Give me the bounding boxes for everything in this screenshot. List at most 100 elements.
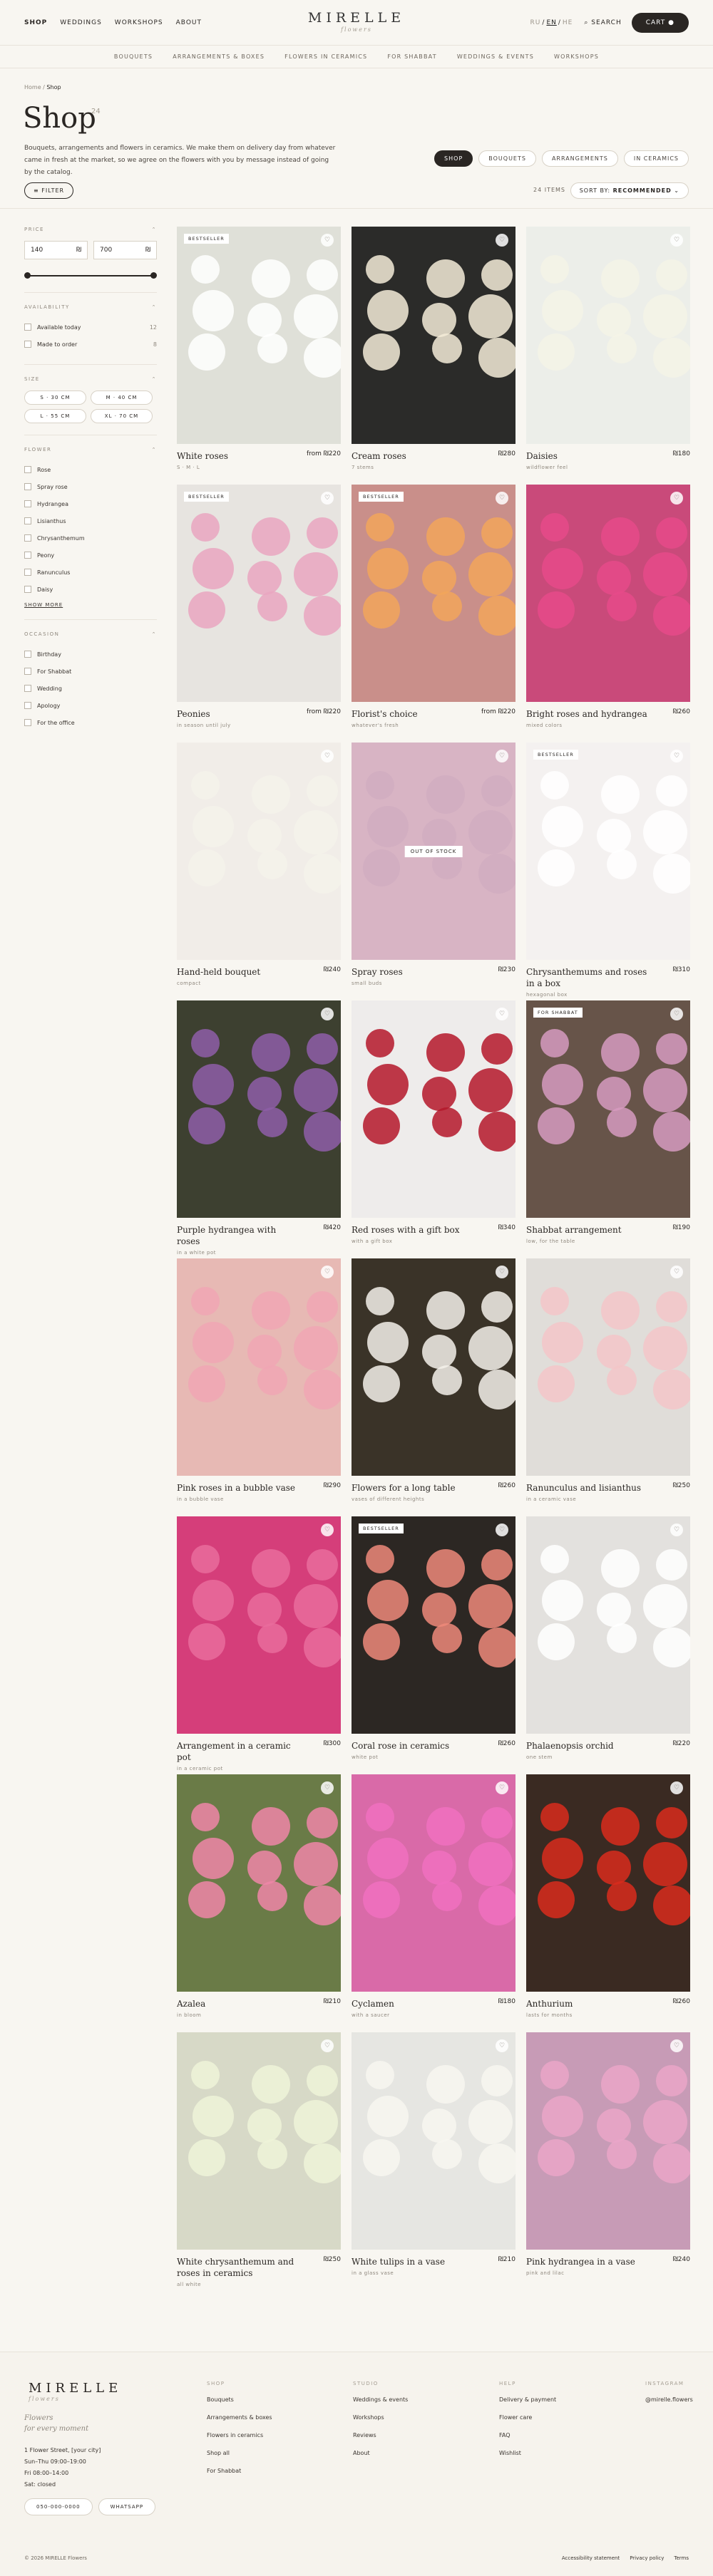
heart-icon[interactable]: ♡ [496, 1008, 508, 1020]
footer-link[interactable]: Arrangements & boxes [207, 2414, 272, 2432]
product-card[interactable]: ♡ White chrysanthemum and roses in cerami… [177, 2032, 341, 2287]
product-name[interactable]: Anthurium [526, 1998, 573, 2009]
heart-icon[interactable]: ♡ [670, 1266, 683, 1278]
product-image[interactable]: ♡ [177, 743, 341, 960]
heart-icon[interactable]: ♡ [496, 1524, 508, 1536]
checkbox-box[interactable] [24, 569, 31, 576]
tab-bouquets[interactable]: BOUQUETS [478, 150, 536, 167]
product-image[interactable]: ♡ [526, 485, 690, 702]
checkbox-for-office[interactable]: For the office [24, 714, 157, 731]
product-name[interactable]: Purple hydrangea with roses [177, 1224, 298, 1247]
sort-dropdown[interactable]: SORT BY: RECOMMENDED ⌄ [570, 182, 689, 199]
size-s[interactable]: S · 30 CM [24, 390, 86, 405]
heart-icon[interactable]: ♡ [496, 750, 508, 762]
product-image[interactable]: ♡ [526, 227, 690, 444]
product-name[interactable]: White tulips in a vase [352, 2256, 445, 2267]
product-card[interactable]: FOR SHABBAT ♡ Shabbat arrangement ₪190 low, … [526, 1000, 690, 1244]
tab-arrangements[interactable]: ARRANGEMENTS [541, 150, 618, 167]
cat-bouquets[interactable]: BOUQUETS [114, 53, 153, 60]
product-name[interactable]: Spray roses [352, 966, 403, 978]
product-image[interactable]: ♡ [177, 1774, 341, 1992]
product-image[interactable]: ♡ OUT OF STOCK [352, 743, 515, 960]
product-name[interactable]: Pink roses in a bubble vase [177, 1482, 295, 1494]
accessibility-link[interactable]: Accessibility statement [562, 2555, 620, 2561]
product-card[interactable]: ♡ White tulips in a vase ₪210 in a glass va… [352, 2032, 515, 2276]
product-name[interactable]: Pink hydrangea in a vase [526, 2256, 635, 2267]
product-name[interactable]: Arrangement in a ceramic pot [177, 1740, 298, 1763]
heart-icon[interactable]: ♡ [321, 1008, 334, 1020]
product-image[interactable]: ♡ [352, 1774, 515, 1992]
slider-handle-min[interactable] [24, 272, 31, 279]
checkbox-daisy[interactable]: Daisy [24, 581, 157, 598]
heart-icon[interactable]: ♡ [321, 492, 334, 505]
cat-weddings[interactable]: WEDDINGS & EVENTS [457, 53, 534, 60]
heart-icon[interactable]: ♡ [670, 1524, 683, 1536]
checkbox-box[interactable] [24, 586, 31, 593]
product-image[interactable]: FOR SHABBAT ♡ [526, 1000, 690, 1218]
checkbox-made-to-order[interactable]: Made to order 8 [24, 336, 157, 353]
footer-link[interactable]: Shop all [207, 2450, 272, 2468]
product-card[interactable]: BESTSELLER ♡ Chrysanthemums and roses in a… [526, 743, 690, 998]
show-more-link[interactable]: SHOW MORE [24, 602, 157, 608]
product-image[interactable]: ♡ [526, 1774, 690, 1992]
search-button[interactable]: ⌕ SEARCH [584, 19, 621, 26]
product-name[interactable]: Florist's choice [352, 708, 418, 720]
checkbox-box[interactable] [24, 651, 31, 658]
heart-icon[interactable]: ♡ [496, 1781, 508, 1794]
size-l[interactable]: L · 55 CM [24, 409, 86, 423]
product-card[interactable]: ♡ Flowers for a long table ₪260 vases of di… [352, 1258, 515, 1502]
checkbox-box[interactable] [24, 702, 31, 709]
checkbox-ranunculus[interactable]: Ranunculus [24, 564, 157, 581]
checkbox-rose[interactable]: Rose [24, 461, 157, 478]
checkbox-box[interactable] [24, 483, 31, 490]
product-name[interactable]: Coral rose in ceramics [352, 1740, 449, 1752]
nav-shop[interactable]: SHOP [24, 19, 47, 26]
cart-button[interactable]: CART ● [631, 12, 689, 33]
product-name[interactable]: White chrysanthemum and roses in ceramic… [177, 2256, 298, 2279]
checkbox-box[interactable] [24, 500, 31, 507]
price-min-input[interactable]: 140 ₪ [24, 241, 88, 259]
product-image[interactable]: BESTSELLER ♡ [177, 227, 341, 444]
product-image[interactable]: BESTSELLER ♡ [352, 1516, 515, 1734]
product-card[interactable]: ♡ Hand-held bouquet ₪240 compact [177, 743, 341, 986]
product-image[interactable]: ♡ [352, 1258, 515, 1476]
heart-icon[interactable]: ♡ [670, 2039, 683, 2052]
checkbox-available-today[interactable]: Available today 12 [24, 319, 157, 336]
product-image[interactable]: BESTSELLER ♡ [352, 485, 515, 702]
price-max-input[interactable]: 700 ₪ [93, 241, 157, 259]
product-image[interactable]: ♡ [177, 2032, 341, 2250]
product-name[interactable]: Daisies [526, 450, 558, 462]
filter-button[interactable]: ≡ FILTER [24, 182, 74, 199]
whatsapp-button[interactable]: WHATSAPP [98, 2498, 156, 2515]
footer-logo[interactable]: MIRELLE flowers [29, 2381, 122, 2402]
checkbox-box[interactable] [24, 324, 31, 331]
footer-link[interactable]: FAQ [499, 2432, 556, 2450]
heart-icon[interactable]: ♡ [496, 2039, 508, 2052]
lang-ru[interactable]: RU [530, 19, 541, 26]
product-image[interactable]: BESTSELLER ♡ [177, 485, 341, 702]
instagram-link[interactable]: @mirelle.flowers [645, 2396, 693, 2414]
product-card[interactable]: BESTSELLER ♡ Florist's choice from ₪220 what… [352, 485, 515, 728]
price-range-slider[interactable] [24, 271, 157, 281]
checkbox-for-shabbat[interactable]: For Shabbat [24, 663, 157, 680]
footer-link[interactable]: Reviews [353, 2432, 408, 2450]
lang-he[interactable]: HE [563, 19, 573, 26]
slider-handle-max[interactable] [150, 272, 157, 279]
product-card[interactable]: BESTSELLER ♡ Coral rose in ceramics ₪260 whi… [352, 1516, 515, 1760]
product-name[interactable]: Red roses with a gift box [352, 1224, 460, 1236]
product-card[interactable]: ♡ Cyclamen ₪180 with a saucer [352, 1774, 515, 2018]
product-card[interactable]: ♡ Purple hydrangea with roses ₪420 in a whi… [177, 1000, 341, 1256]
product-image[interactable]: ♡ [526, 2032, 690, 2250]
product-image[interactable]: ♡ [177, 1000, 341, 1218]
product-name[interactable]: White roses [177, 450, 228, 462]
product-card[interactable]: ♡ Arrangement in a ceramic pot ₪300 in a ce… [177, 1516, 341, 1771]
product-card[interactable]: ♡ Azalea ₪210 in bloom [177, 1774, 341, 2018]
checkbox-box[interactable] [24, 517, 31, 524]
breadcrumb-home[interactable]: Home [24, 84, 41, 90]
checkbox-box[interactable] [24, 685, 31, 692]
chevron-up-icon[interactable]: ⌃ [152, 376, 157, 382]
product-image[interactable]: ♡ [526, 1516, 690, 1734]
product-card[interactable]: ♡ Cream roses ₪280 7 stems [352, 227, 515, 470]
nav-about[interactable]: ABOUT [176, 19, 202, 26]
product-image[interactable]: ♡ [352, 1000, 515, 1218]
